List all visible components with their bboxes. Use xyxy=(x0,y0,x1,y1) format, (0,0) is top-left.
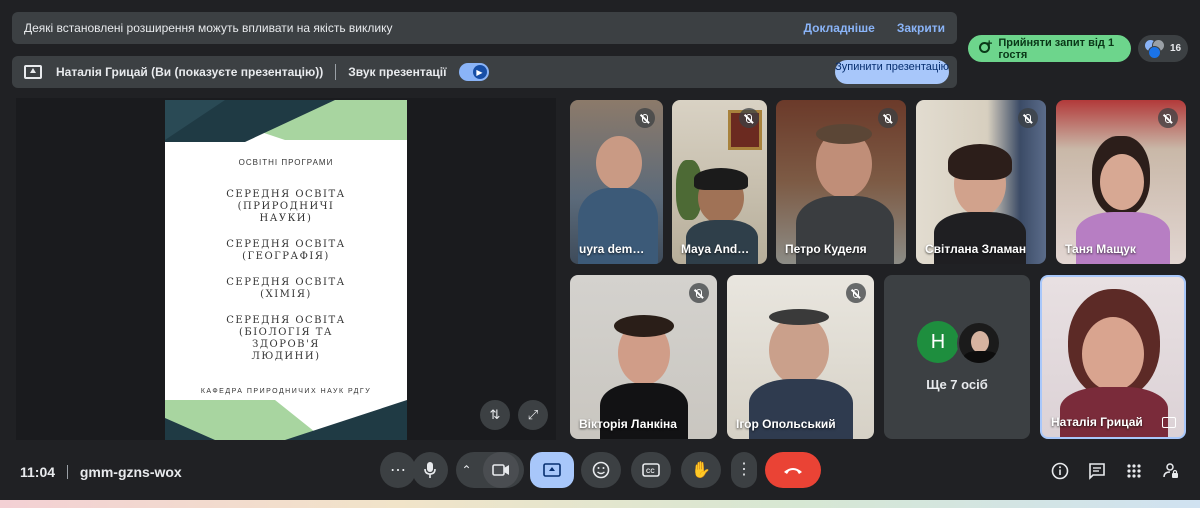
present-screen-button[interactable] xyxy=(530,452,574,488)
svg-text:CC: CC xyxy=(646,469,655,475)
extensions-warning-banner: Деякі встановлені розширення можуть впли… xyxy=(12,12,957,44)
self-view-tile[interactable]: Наталія Грицай xyxy=(1040,275,1186,439)
camera-controls[interactable]: ⌃ xyxy=(456,452,524,488)
slide-content: ОСВІТНІ ПРОГРАМИ СЕРЕДНЯ ОСВІТА (ПРИРОДН… xyxy=(165,158,407,377)
divider xyxy=(66,465,68,479)
sound-label: Звук презентації xyxy=(348,65,447,79)
meeting-details-button[interactable] xyxy=(1047,458,1073,484)
presenting-bar: Наталія Грицай (Ви (показуєте презентаці… xyxy=(12,56,957,88)
expand-icon: ⤢ xyxy=(527,407,539,422)
slide-label: ОСВІТНІ ПРОГРАМИ xyxy=(238,158,334,167)
meeting-time: 11:04 xyxy=(20,464,56,480)
more-horiz-icon: ⋯ xyxy=(390,462,406,479)
microphone-icon xyxy=(424,462,436,478)
participant-tile[interactable]: uyra dem… xyxy=(570,100,663,264)
program-item: СЕРЕДНЯ ОСВІТА (ГЕОГРАФІЯ) xyxy=(226,239,346,262)
more-options-left-button[interactable]: ⋯ xyxy=(380,452,416,488)
close-link[interactable]: Закрити xyxy=(897,21,945,35)
swap-layout-button[interactable]: ⇅ xyxy=(480,400,510,430)
mic-off-icon xyxy=(1158,108,1178,128)
accept-guest-label: Прийняти запит від 1 гостя xyxy=(998,36,1115,61)
camera-icon xyxy=(491,464,509,476)
presenter-label: Наталія Грицай (Ви (показуєте презентаці… xyxy=(56,65,324,79)
mic-off-icon xyxy=(878,108,898,128)
department-label: КАФЕДРА ПРИРОДНИЧИХ НАУК РДГУ xyxy=(200,388,372,395)
captions-button[interactable]: CC xyxy=(631,452,671,488)
more-options-button[interactable]: ⋮ xyxy=(731,452,757,488)
hand-icon: ✋ xyxy=(691,462,711,479)
accept-guest-button[interactable]: Прийняти запит від 1 гостя xyxy=(968,35,1131,62)
participants-button[interactable]: 16 xyxy=(1138,35,1188,62)
divider xyxy=(335,64,337,80)
participant-name: uyra dem… xyxy=(579,242,645,256)
participant-tile[interactable]: Таня Мащук xyxy=(1056,100,1186,264)
participant-name: Світлана Зламан xyxy=(925,242,1027,256)
fullscreen-button[interactable]: ⤢ xyxy=(518,400,548,430)
host-controls-button[interactable] xyxy=(1158,458,1184,484)
present-screen-icon xyxy=(24,65,42,79)
participant-name: Наталія Грицай xyxy=(1051,415,1143,429)
participant-name: Вікторія Ланкіна xyxy=(579,417,677,431)
participant-name: Таня Мащук xyxy=(1065,242,1136,256)
program-item: СЕРЕДНЯ ОСВІТА (ПРИРОДНИЧІ НАУКИ) xyxy=(226,189,346,224)
participant-avatars xyxy=(1144,38,1166,59)
apps-grid-icon xyxy=(1127,464,1141,478)
participant-tile[interactable]: Світлана Зламан xyxy=(916,100,1046,264)
participant-tile[interactable]: Ігор Опольський xyxy=(727,275,874,439)
avatar xyxy=(1148,45,1161,59)
microphone-button[interactable] xyxy=(412,452,448,488)
chat-icon xyxy=(1089,463,1105,480)
leave-call-button[interactable] xyxy=(765,452,821,488)
add-person-icon xyxy=(976,38,993,57)
info-icon xyxy=(1051,462,1069,480)
hang-up-icon xyxy=(784,468,802,474)
mic-off-icon xyxy=(635,108,655,128)
stop-presenting-button[interactable]: Зупинити презентацію xyxy=(835,60,949,84)
participant-tile[interactable]: Петро Куделя xyxy=(776,100,906,264)
more-participants-tile[interactable]: Н Ще 7 осіб xyxy=(884,275,1030,439)
details-link[interactable]: Докладніше xyxy=(803,21,874,35)
chevron-up-icon[interactable]: ⌃ xyxy=(461,463,471,477)
mic-off-icon xyxy=(689,283,709,303)
mic-off-icon xyxy=(846,283,866,303)
reactions-button[interactable] xyxy=(581,452,621,488)
avatar xyxy=(957,321,1001,365)
raise-hand-button[interactable]: ✋ xyxy=(681,452,721,488)
more-participants-label: Ще 7 осіб xyxy=(926,377,988,392)
lock-person-icon xyxy=(1163,463,1178,478)
presentation-sound-toggle[interactable]: ▶ xyxy=(458,63,489,81)
participant-tile[interactable]: Maya And… xyxy=(672,100,767,264)
meeting-time-code: 11:04 gmm-gzns-wox xyxy=(20,464,182,480)
emoji-icon xyxy=(592,461,610,479)
meeting-code: gmm-gzns-wox xyxy=(79,464,182,480)
participant-name: Ігор Опольський xyxy=(736,417,836,431)
present-icon xyxy=(543,463,561,477)
banner-message: Деякі встановлені розширення можуть впли… xyxy=(24,21,393,35)
participant-name: Петро Куделя xyxy=(785,242,867,256)
swap-icon: ⇅ xyxy=(489,407,501,422)
program-item: СЕРЕДНЯ ОСВІТА (БІОЛОГІЯ ТА ЗДОРОВ'Я ЛЮД… xyxy=(226,315,346,362)
speaker-icon: ▶ xyxy=(472,65,487,79)
captions-icon: CC xyxy=(642,463,660,477)
mic-off-icon xyxy=(739,108,759,128)
more-vert-icon: ⋮ xyxy=(736,461,752,478)
pin-icon[interactable] xyxy=(1162,417,1176,428)
program-item: СЕРЕДНЯ ОСВІТА (ХІМІЯ) xyxy=(226,277,346,300)
presentation-slide: ОСВІТНІ ПРОГРАМИ СЕРЕДНЯ ОСВІТА (ПРИРОДН… xyxy=(165,100,407,440)
mic-off-icon xyxy=(1018,108,1038,128)
bottom-strip xyxy=(0,500,1200,508)
camera-button[interactable] xyxy=(482,452,519,488)
avatar: Н xyxy=(917,321,959,363)
participant-name: Maya And… xyxy=(681,242,750,256)
participant-count: 16 xyxy=(1170,43,1182,54)
chat-button[interactable] xyxy=(1084,458,1110,484)
participant-tile[interactable]: Вікторія Ланкіна xyxy=(570,275,717,439)
activities-button[interactable] xyxy=(1121,458,1147,484)
